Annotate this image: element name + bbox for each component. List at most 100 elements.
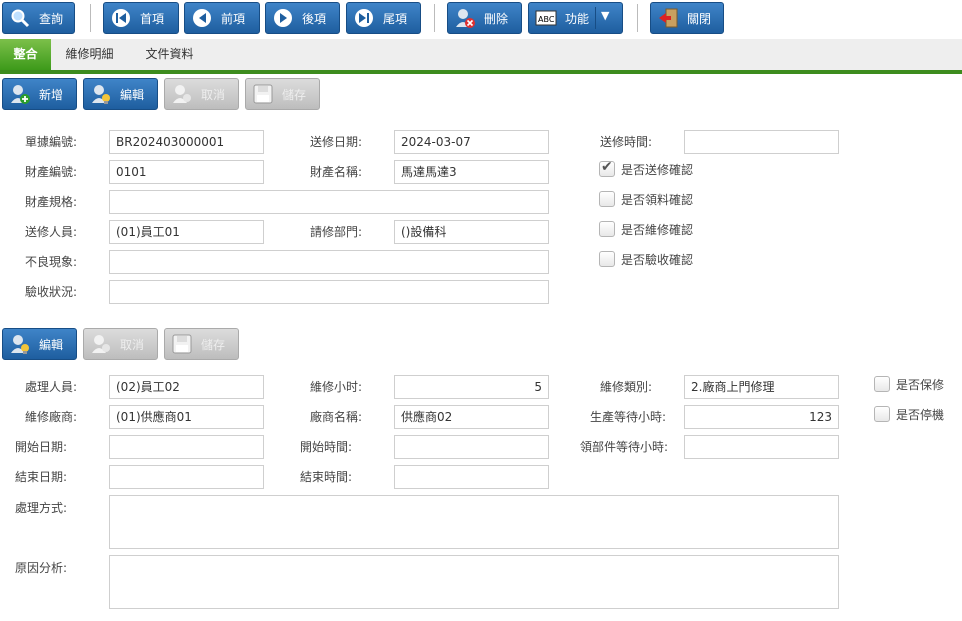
edit-user-icon — [90, 83, 112, 105]
acceptance-field[interactable] — [109, 280, 549, 304]
prod-wait-field[interactable]: 123 — [684, 405, 839, 429]
downtime-checkbox[interactable]: 是否停機 — [874, 404, 944, 424]
material-confirm-checkbox[interactable]: 是否領料確認 — [599, 189, 693, 209]
cause-textarea[interactable] — [109, 555, 839, 609]
save-button[interactable]: 儲存 — [245, 78, 320, 110]
save-disk-icon — [171, 333, 193, 355]
sender-field[interactable]: (01)員工01 — [109, 220, 264, 244]
end-time-label: 結束時間: — [300, 470, 353, 484]
method-textarea[interactable] — [109, 495, 839, 549]
end-date-field[interactable] — [109, 465, 264, 489]
checkbox-box — [599, 191, 615, 207]
end-date-label: 結束日期: — [15, 470, 68, 484]
detail-cancel-button[interactable]: 取消 — [83, 328, 158, 360]
prod-wait-label: 生產等待小時: — [590, 410, 667, 424]
dept-field[interactable]: ()設備科 — [394, 220, 549, 244]
material-confirm-label: 是否領料確認 — [621, 192, 694, 207]
cancel-user-icon — [90, 333, 112, 355]
next-button[interactable]: 後項 — [265, 2, 340, 34]
close-label: 關閉 — [687, 11, 712, 26]
acceptance-label: 驗收狀況: — [25, 285, 78, 299]
asset-name-label: 財產名稱: — [310, 165, 363, 179]
acceptance-confirm-label: 是否驗收確認 — [621, 252, 694, 267]
last-button[interactable]: 尾項 — [346, 2, 421, 34]
tab-repair-details[interactable]: 維修明細 — [51, 39, 128, 70]
detail-edit-label: 編輯 — [39, 337, 64, 352]
spellcheck-icon: ABC — [535, 7, 557, 29]
edit-user-icon — [9, 333, 31, 355]
parts-wait-field[interactable] — [684, 435, 839, 459]
cancel-user-icon — [171, 83, 193, 105]
asset-name-field[interactable]: 馬達馬達3 — [394, 160, 549, 184]
warranty-checkbox[interactable]: 是否保修 — [874, 374, 944, 394]
defect-field[interactable] — [109, 250, 549, 274]
tab-bar: 整合 維修明細 文件資料 — [0, 39, 962, 70]
vendor-name-field[interactable]: 供應商02 — [394, 405, 549, 429]
query-button[interactable]: 查詢 — [2, 2, 75, 34]
delete-user-icon — [454, 7, 476, 29]
first-label: 首項 — [140, 11, 165, 26]
detail-save-button[interactable]: 儲存 — [164, 328, 239, 360]
prev-record-icon — [191, 7, 213, 29]
prev-button[interactable]: 前項 — [184, 2, 260, 34]
cancel-label: 取消 — [201, 87, 226, 102]
sender-label: 送修人員: — [25, 225, 78, 239]
checkbox-box: ✔ — [599, 159, 615, 177]
first-record-icon — [110, 7, 132, 29]
svg-text:ABC: ABC — [538, 15, 555, 24]
doc-no-label: 單據編號: — [25, 135, 78, 149]
exit-door-icon — [657, 7, 679, 29]
hours-label: 維修小时: — [310, 380, 363, 394]
end-time-field[interactable] — [394, 465, 549, 489]
send-confirm-checkbox[interactable]: ✔ 是否送修確認 — [599, 159, 693, 179]
doc-no-field[interactable]: BR202403000001 — [109, 130, 264, 154]
asset-spec-field[interactable] — [109, 190, 549, 214]
add-button[interactable]: 新增 — [2, 78, 77, 110]
acceptance-confirm-checkbox[interactable]: 是否驗收確認 — [599, 249, 693, 269]
checkmark-icon: ✔ — [601, 159, 613, 175]
defect-label: 不良現象: — [25, 255, 78, 269]
hours-field[interactable]: 5 — [394, 375, 549, 399]
detail-cancel-label: 取消 — [120, 337, 145, 352]
next-label: 後項 — [302, 11, 327, 26]
function-dropdown-button[interactable]: ABC 功能 ▼ — [528, 2, 623, 34]
checkbox-box — [599, 251, 615, 267]
cancel-button[interactable]: 取消 — [164, 78, 239, 110]
handler-label: 處理人員: — [25, 380, 78, 394]
add-user-icon — [9, 83, 31, 105]
delete-button[interactable]: 刪除 — [447, 2, 522, 34]
category-field[interactable]: 2.廠商上門修理 — [684, 375, 839, 399]
send-confirm-label: 是否送修確認 — [621, 162, 694, 177]
add-label: 新增 — [39, 87, 64, 102]
repair-confirm-label: 是否維修確認 — [621, 222, 694, 237]
start-time-label: 開始時間: — [300, 440, 353, 454]
repair-confirm-checkbox[interactable]: 是否維修確認 — [599, 219, 693, 239]
tab-documents[interactable]: 文件資料 — [128, 39, 211, 70]
send-time-field[interactable] — [684, 130, 839, 154]
function-label: 功能 — [565, 11, 590, 26]
first-button[interactable]: 首項 — [103, 2, 179, 34]
dropdown-divider — [595, 7, 596, 29]
edit-button[interactable]: 編輯 — [83, 78, 158, 110]
checkbox-box — [599, 221, 615, 237]
asset-no-field[interactable]: 0101 — [109, 160, 264, 184]
parts-wait-label: 領部件等待小時: — [580, 440, 669, 454]
last-label: 尾項 — [383, 11, 408, 26]
send-time-label: 送修時間: — [600, 135, 653, 149]
vendor-field[interactable]: (01)供應商01 — [109, 405, 264, 429]
vendor-name-label: 廠商名稱: — [310, 410, 363, 424]
toolbar-divider — [434, 4, 435, 32]
start-date-field[interactable] — [109, 435, 264, 459]
prev-label: 前項 — [221, 11, 246, 26]
handler-field[interactable]: (02)員工02 — [109, 375, 264, 399]
edit-label: 編輯 — [120, 87, 145, 102]
start-time-field[interactable] — [394, 435, 549, 459]
chevron-down-icon: ▼ — [601, 9, 610, 22]
tab-integrated[interactable]: 整合 — [0, 39, 51, 70]
detail-edit-button[interactable]: 編輯 — [2, 328, 77, 360]
main-toolbar: 查詢 首項 前項 後項 尾項 刪除 ABC 功能 ▼ 關閉 — [0, 0, 962, 38]
send-date-field[interactable]: 2024-03-07 — [394, 130, 549, 154]
vendor-label: 維修廠商: — [25, 410, 78, 424]
send-date-label: 送修日期: — [310, 135, 363, 149]
close-button[interactable]: 關閉 — [650, 2, 724, 34]
